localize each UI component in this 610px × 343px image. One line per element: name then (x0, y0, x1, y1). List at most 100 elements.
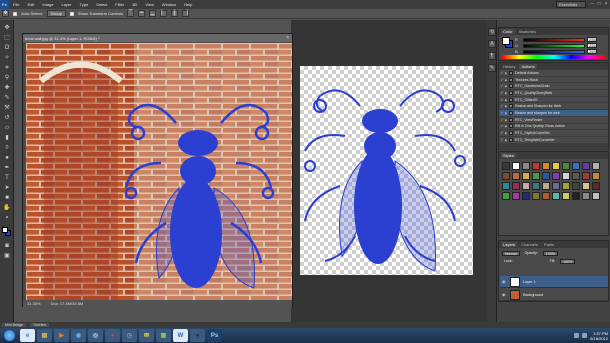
style-swatch[interactable] (592, 172, 600, 180)
taskbar-app-icon[interactable]: e (20, 329, 35, 342)
auto-select-checkbox[interactable] (13, 11, 17, 16)
style-swatch[interactable] (522, 172, 530, 180)
style-swatch[interactable] (522, 162, 530, 170)
tab-timeline[interactable]: Timeline (29, 323, 50, 327)
action-item[interactable]: ✓ ▶ RTC_ViewFinder (499, 117, 608, 124)
path-selection-tool-icon[interactable]: ➤ (3, 184, 11, 192)
style-swatch[interactable] (552, 182, 560, 190)
style-swatch[interactable] (572, 162, 580, 170)
style-swatch[interactable] (582, 182, 590, 190)
taskbar-app-icon[interactable]: Ps (207, 329, 222, 342)
menu-file[interactable]: File (9, 2, 23, 7)
align-middle-icon[interactable]: ═ (138, 10, 146, 17)
style-swatch[interactable] (582, 192, 590, 200)
style-swatch[interactable] (522, 192, 530, 200)
style-swatch[interactable] (502, 182, 510, 190)
auto-select-dropdown[interactable]: Group (46, 10, 66, 17)
move-tool-icon[interactable]: ✥ (3, 24, 11, 32)
tab-mini-bridge[interactable]: Mini Bridge (2, 323, 26, 327)
style-swatch[interactable] (532, 172, 540, 180)
menu-view[interactable]: View (141, 2, 158, 7)
taskbar-app-icon[interactable]: ◷ (122, 329, 137, 342)
style-swatch[interactable] (592, 182, 600, 190)
volume-icon[interactable] (582, 333, 588, 338)
color-slider-red[interactable]: R 255 (515, 37, 597, 42)
brush-tool-icon[interactable]: ✎ (3, 94, 11, 102)
doc-size[interactable]: Doc: 17.4M/34.8M (51, 301, 84, 306)
visibility-eye-icon[interactable]: ◉ (502, 292, 507, 297)
style-swatch[interactable] (522, 182, 530, 190)
tab-paths[interactable]: Paths (542, 242, 556, 247)
style-swatch[interactable] (502, 192, 510, 200)
dodge-tool-icon[interactable]: ● (3, 154, 11, 162)
action-item[interactable]: ✓ ▶ RTC_QualityGlow(Web (499, 90, 608, 97)
style-swatch[interactable] (562, 182, 570, 190)
style-swatch[interactable] (562, 162, 570, 170)
workspace-switcher[interactable]: Essentials (556, 1, 586, 8)
slider-track[interactable] (523, 50, 585, 54)
align-top-icon[interactable]: ▔ (127, 10, 135, 17)
fill-field[interactable]: 100% (560, 258, 576, 264)
character-panel-icon[interactable]: A (488, 40, 496, 48)
foreground-color-swatch[interactable] (502, 37, 510, 45)
pen-tool-icon[interactable]: ✒ (3, 164, 11, 172)
taskbar-app-icon[interactable]: ◎ (88, 329, 103, 342)
style-swatch[interactable] (542, 162, 550, 170)
style-swatch[interactable] (532, 192, 540, 200)
tab-channels[interactable]: Channels (519, 242, 540, 247)
healing-brush-tool-icon[interactable]: ✚ (3, 84, 11, 92)
magic-wand-tool-icon[interactable]: ✧ (3, 54, 11, 62)
action-item[interactable]: ✓ ▶ RB in One Quality Clean Action (499, 123, 608, 131)
zoom-level[interactable]: 31.33% (27, 301, 41, 306)
tab-layers[interactable]: Layers (501, 242, 518, 247)
style-swatch[interactable] (552, 162, 560, 170)
document-tab[interactable]: brick wall.jpg @ 31.3% (Layer 1, RGB/8) … (23, 34, 292, 42)
menu-image[interactable]: Image (38, 2, 57, 7)
style-swatch[interactable] (542, 182, 550, 190)
hand-tool-icon[interactable]: ✋ (3, 204, 11, 212)
gradient-tool-icon[interactable]: ▮ (3, 134, 11, 142)
taskbar-app-icon[interactable]: ▶ (54, 329, 69, 342)
network-icon[interactable] (574, 333, 580, 338)
menu-window[interactable]: Window (158, 2, 180, 7)
action-item[interactable]: ✓ ▶ RTC_Glitter01 (499, 97, 608, 104)
taskbar-app-icon[interactable]: ● (190, 329, 205, 342)
style-swatch[interactable] (592, 162, 600, 170)
screen-mode-icon[interactable]: ▣ (3, 252, 11, 260)
tab-styles[interactable]: Styles (501, 153, 516, 158)
style-swatch[interactable] (532, 182, 540, 190)
align-bottom-icon[interactable]: ▁ (149, 10, 157, 17)
style-swatch[interactable] (542, 172, 550, 180)
type-tool-icon[interactable]: T (3, 174, 11, 182)
lasso-tool-icon[interactable]: ʘ (3, 44, 11, 52)
menu-type[interactable]: Type (76, 2, 93, 7)
history-brush-tool-icon[interactable]: ↺ (3, 114, 11, 122)
style-swatch[interactable] (572, 172, 580, 180)
visibility-eye-icon[interactable]: ◉ (502, 279, 507, 284)
start-button[interactable] (0, 328, 18, 343)
taskbar-app-icon[interactable]: ✉ (139, 329, 154, 342)
layer-row[interactable]: ◉ Background (500, 289, 608, 301)
eyedropper-tool-icon[interactable]: ⚲ (3, 74, 11, 82)
paragraph-panel-icon[interactable]: ¶ (488, 52, 496, 60)
menu-filter[interactable]: Filter (111, 2, 128, 7)
tab-actions[interactable]: Actions (519, 64, 537, 69)
blend-mode-dropdown[interactable]: Normal (502, 250, 520, 256)
photoshop-logo[interactable]: Ps (0, 0, 9, 9)
tab-color[interactable]: Color (501, 29, 515, 34)
brush-panel-icon[interactable]: ✎ (488, 64, 496, 72)
move-tool-icon[interactable]: ✥ (2, 10, 9, 17)
slider-track[interactable] (523, 38, 585, 42)
style-swatch[interactable] (542, 192, 550, 200)
action-item[interactable]: ✓ ▶ Resize and sharpen for web (499, 110, 608, 117)
layer-row[interactable]: ◉ Layer 1 (500, 276, 608, 288)
minimize-icon[interactable]: – (589, 0, 595, 8)
menu-help[interactable]: Help (180, 2, 196, 7)
menu-layer[interactable]: Layer (57, 2, 75, 7)
maximize-icon[interactable]: □ (596, 0, 602, 8)
style-swatch[interactable] (572, 192, 580, 200)
style-swatch[interactable] (512, 192, 520, 200)
tab-history[interactable]: History (501, 64, 517, 69)
style-swatch[interactable] (552, 192, 560, 200)
menu-edit[interactable]: Edit (23, 2, 38, 7)
